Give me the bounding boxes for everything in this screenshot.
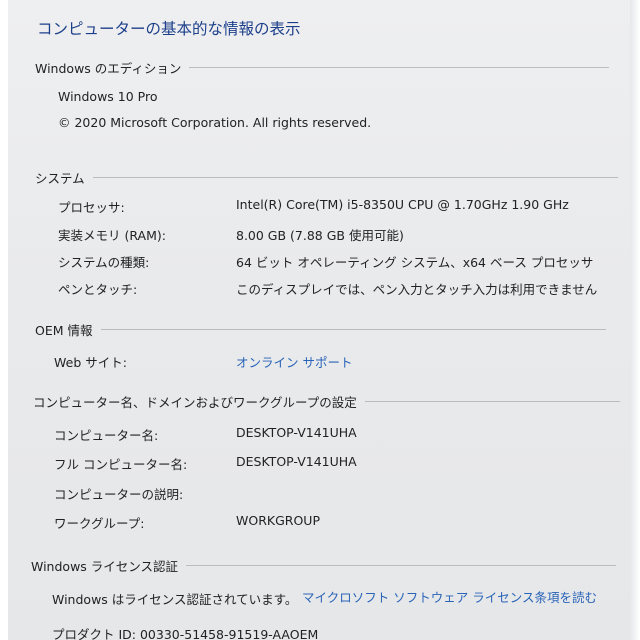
online-support-link[interactable]: オンライン サポート [236,352,352,371]
section-divider [186,565,617,566]
section-divider [92,177,618,178]
section-computer-name: コンピューター名、ドメインおよびワークグループの設定 [33,392,620,411]
section-divider [100,329,606,330]
system-type-value: 64 ビット オペレーティング システム、x64 ベース プロセッサ [236,255,594,270]
system-type-label: システムの種類: [58,255,150,270]
right-edge [630,0,640,640]
section-divider [189,67,610,68]
section-divider [364,401,620,402]
system-properties-window: コンピューターの基本的な情報の表示 Windows のエディション Window… [0,0,640,640]
activation-status: Windows はライセンス認証されています。 [52,592,298,607]
section-header-label: Windows のエディション [35,61,182,76]
product-id: プロダクト ID: 00330-51458-91519-AAOEM [52,627,319,640]
processor-value: Intel(R) Core(TM) i5-8350U CPU @ 1.70GHz… [236,197,569,212]
left-edge [0,0,8,640]
section-header-label: コンピューター名、ドメインおよびワークグループの設定 [33,395,357,410]
computer-name-label: コンピューター名: [54,428,159,443]
website-label: Web サイト: [54,355,127,370]
section-header-label: Windows ライセンス認証 [31,559,179,574]
section-windows-edition: Windows のエディション [35,58,610,77]
pen-touch-value: このディスプレイでは、ペン入力とタッチ入力は利用できません [236,282,598,297]
full-computer-name-label: フル コンピューター名: [54,457,188,472]
section-oem: OEM 情報 [35,320,606,339]
license-terms-link[interactable]: マイクロソフト ソフトウェア ライセンス条項を読む [302,587,597,606]
pen-touch-label: ペンとタッチ: [58,282,138,297]
processor-label: プロセッサ: [58,200,125,215]
computer-description-label: コンピューターの説明: [54,487,184,502]
workgroup-label: ワークグループ: [54,516,145,531]
page-title: コンピューターの基本的な情報の表示 [37,20,301,38]
computer-name-value: DESKTOP-V141UHA [236,425,357,440]
section-system: システム [35,168,618,187]
workgroup-value: WORKGROUP [236,513,320,528]
ram-label: 実装メモリ (RAM): [58,228,166,243]
full-computer-name-value: DESKTOP-V141UHA [236,454,357,469]
section-header-label: システム [35,171,85,186]
section-header-label: OEM 情報 [35,323,93,338]
copyright-text: © 2020 Microsoft Corporation. All rights… [58,115,372,130]
ram-value: 8.00 GB (7.88 GB 使用可能) [236,228,404,243]
section-windows-activation: Windows ライセンス認証 [31,556,617,575]
edition-name: Windows 10 Pro [58,89,158,104]
